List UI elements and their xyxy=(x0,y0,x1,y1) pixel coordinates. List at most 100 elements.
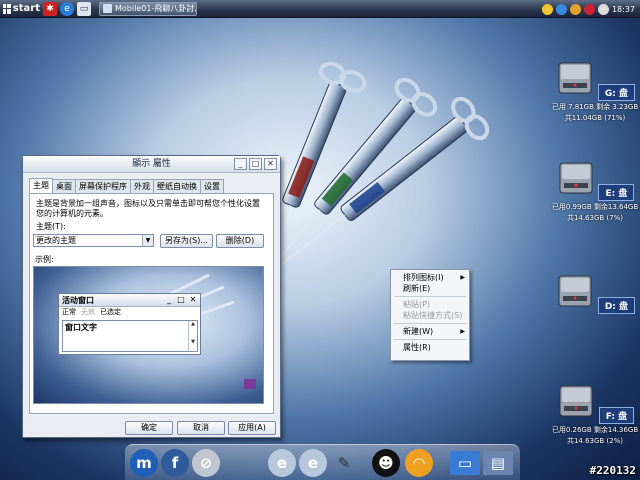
menu-item-label: 粘贴快捷方式(S) xyxy=(403,311,463,320)
chevron-down-icon[interactable]: ▼ xyxy=(142,235,153,246)
qq-penguin-icon[interactable]: ☻ xyxy=(372,449,400,477)
menu-item-label: 粘贴(P) xyxy=(403,300,431,309)
quicklaunch-desktop-icon[interactable]: ▭ xyxy=(77,1,91,16)
menu-item-label: 属性(R) xyxy=(403,343,431,352)
system-tray: 18:37 xyxy=(541,0,640,18)
desktop-context-menu: 排列图标(I) ▶ 刷新(E) 粘贴(P) 粘贴快捷方式(S) 新建(W) ▶ 属性… xyxy=(390,269,470,361)
menu-item-new[interactable]: 新建(W) ▶ xyxy=(391,326,469,337)
preview-window-title: 活动窗口 xyxy=(62,296,94,305)
preview-menu-normal: 正常 xyxy=(62,308,76,316)
drive-g[interactable]: G: 盘 已用 7.81GB 剩余 3.23GB 共11.04GB (71%) xyxy=(545,60,640,123)
tab-screensaver[interactable]: 屏幕保护程序 xyxy=(75,179,131,193)
drive-label: E: 盘 xyxy=(598,184,635,201)
preview-active-window: 活动窗口 _ □ ✕ 正常 无效 已选定 窗口文字 ▲ ▼ xyxy=(58,293,201,355)
preview-menu-selected: 已选定 xyxy=(100,308,121,316)
drive-label: G: 盘 xyxy=(597,84,635,101)
menu-separator xyxy=(394,339,466,340)
shield-icon[interactable] xyxy=(541,3,553,15)
hard-drive-icon xyxy=(558,62,592,94)
ok-button[interactable]: 确定 xyxy=(125,421,173,435)
submenu-arrow-icon: ▶ xyxy=(460,328,465,335)
menu-item-refresh[interactable]: 刷新(E) xyxy=(391,283,469,294)
tab-desktop[interactable]: 桌面 xyxy=(52,179,76,193)
network-icon[interactable] xyxy=(555,3,567,15)
tab-theme[interactable]: 主題 xyxy=(29,178,53,193)
preview-scrollbar: ▲ ▼ xyxy=(188,321,197,351)
sample-label: 示例: xyxy=(35,255,54,264)
drive-total: 共14.63GB (2%) xyxy=(566,437,624,445)
security-icon[interactable] xyxy=(583,3,595,15)
drive-total: 共14.63GB (7%) xyxy=(566,214,624,222)
preview-window-body: 窗口文字 ▲ ▼ xyxy=(62,320,198,352)
drive-label: F: 盘 xyxy=(598,407,635,424)
preview-window-text: 窗口文字 xyxy=(65,323,97,332)
headphones-icon[interactable]: ◠ xyxy=(405,449,433,477)
minimize-icon[interactable]: _ xyxy=(234,158,247,170)
quicklaunch-browser-icon[interactable]: e xyxy=(60,1,74,16)
drive-f[interactable]: F: 盘 已用0.26GB 剩余14.36GB 共14.63GB (2%) xyxy=(545,383,640,446)
theme-label: 主题(T): xyxy=(36,222,66,231)
start-label: start xyxy=(12,3,40,14)
dock-app-icon[interactable]: m xyxy=(130,449,158,477)
drive-label: D: 盘 xyxy=(597,297,636,314)
theme-select-value: 更改的主题 xyxy=(36,236,76,245)
submenu-arrow-icon: ▶ xyxy=(460,274,465,281)
delete-button[interactable]: 删除(D) xyxy=(216,234,264,248)
flash-icon[interactable]: f xyxy=(161,449,189,477)
dock: m f ⊘ e e ✎ ☻ ◠ ▭ ▤ xyxy=(125,444,520,480)
close-icon[interactable]: ✕ xyxy=(264,158,277,170)
ie-icon[interactable]: e xyxy=(268,449,296,477)
ie-icon[interactable]: e xyxy=(299,449,327,477)
theme-preview: 活动窗口 _ □ ✕ 正常 无效 已选定 窗口文字 ▲ ▼ xyxy=(33,266,264,404)
messenger-icon[interactable] xyxy=(569,3,581,15)
drive-usage: 已用 7.81GB 剩余 3.23GB xyxy=(551,103,639,111)
menu-separator xyxy=(394,323,466,324)
menu-separator xyxy=(394,296,466,297)
drive-e[interactable]: E: 盘 已用0.99GB 剩余13.64GB 共14.63GB (7%) xyxy=(545,160,640,223)
apply-button[interactable]: 应用(A) xyxy=(228,421,276,435)
quicklaunch-app-icon[interactable]: ✱ xyxy=(43,1,57,16)
maximize-icon: □ xyxy=(177,295,185,304)
theme-select[interactable]: 更改的主题 ▼ xyxy=(33,234,154,247)
menu-item-properties[interactable]: 属性(R) xyxy=(391,342,469,353)
volume-icon[interactable] xyxy=(597,3,609,15)
dialog-titlebar[interactable]: 顯示 屬性 _ □ ✕ xyxy=(23,156,280,173)
menu-item-paste-shortcut: 粘贴快捷方式(S) xyxy=(391,310,469,321)
taskbar-window-button[interactable]: Mobile01-飛聊八卦討... xyxy=(99,1,197,16)
windows-logo-icon xyxy=(3,3,11,14)
hard-drive-icon xyxy=(559,162,593,194)
menu-item-label: 刷新(E) xyxy=(403,284,431,293)
close-icon: ✕ xyxy=(189,295,197,304)
cancel-button[interactable]: 取消 xyxy=(177,421,225,435)
drive-d[interactable]: D: 盘 xyxy=(545,273,640,314)
drive-usage: 已用0.99GB 剩余13.64GB xyxy=(551,203,639,211)
tab-settings[interactable]: 设置 xyxy=(200,179,224,193)
preview-menu-disabled: 无效 xyxy=(81,308,95,316)
menu-item-paste: 粘贴(P) xyxy=(391,299,469,310)
hard-drive-icon xyxy=(558,275,592,307)
tab-appearance[interactable]: 外观 xyxy=(130,179,154,193)
taskbar-window-label: Mobile01-飛聊八卦討... xyxy=(115,4,197,13)
dialog-title: 顯示 屬性 xyxy=(132,159,171,169)
watermark: #220132 xyxy=(589,464,636,477)
taskbar: start ✱ e ▭ Mobile01-飛聊八卦討... 18:37 xyxy=(0,0,640,18)
preview-window-titlebar: 活动窗口 _ □ ✕ xyxy=(59,294,200,307)
menu-item-label: 新建(W) xyxy=(403,327,434,336)
theme-description: 主题是背景加一组声音，图标以及只需单击即可帮您个性化设置您的计算机的元素。 xyxy=(36,199,260,218)
link-icon[interactable]: ⊘ xyxy=(192,449,220,477)
display-properties-dialog: 顯示 屬性 _ □ ✕ 主題 桌面 屏幕保护程序 外观 壁纸自动换 设置 主题是… xyxy=(22,155,281,438)
save-as-button[interactable]: 另存为(S)... xyxy=(160,234,213,248)
preview-menu-bar: 正常 无效 已选定 xyxy=(59,307,200,318)
drive-total: 共11.04GB (71%) xyxy=(564,114,626,122)
menu-item-arrange-icons[interactable]: 排列图标(I) ▶ xyxy=(391,272,469,283)
clock[interactable]: 18:37 xyxy=(612,5,635,14)
tab-bar: 主題 桌面 屏幕保护程序 外观 壁纸自动换 设置 xyxy=(29,178,224,193)
folder-icon[interactable]: ▤ xyxy=(483,451,513,475)
maximize-icon[interactable]: □ xyxy=(249,158,262,170)
menu-item-label: 排列图标(I) xyxy=(403,273,444,282)
tab-wallpaper-changer[interactable]: 壁纸自动换 xyxy=(153,179,201,193)
drive-usage: 已用0.26GB 剩余14.36GB xyxy=(551,426,639,434)
my-computer-icon[interactable]: ▭ xyxy=(450,451,480,475)
brush-icon[interactable]: ✎ xyxy=(330,449,358,477)
start-button[interactable]: start xyxy=(0,0,40,18)
